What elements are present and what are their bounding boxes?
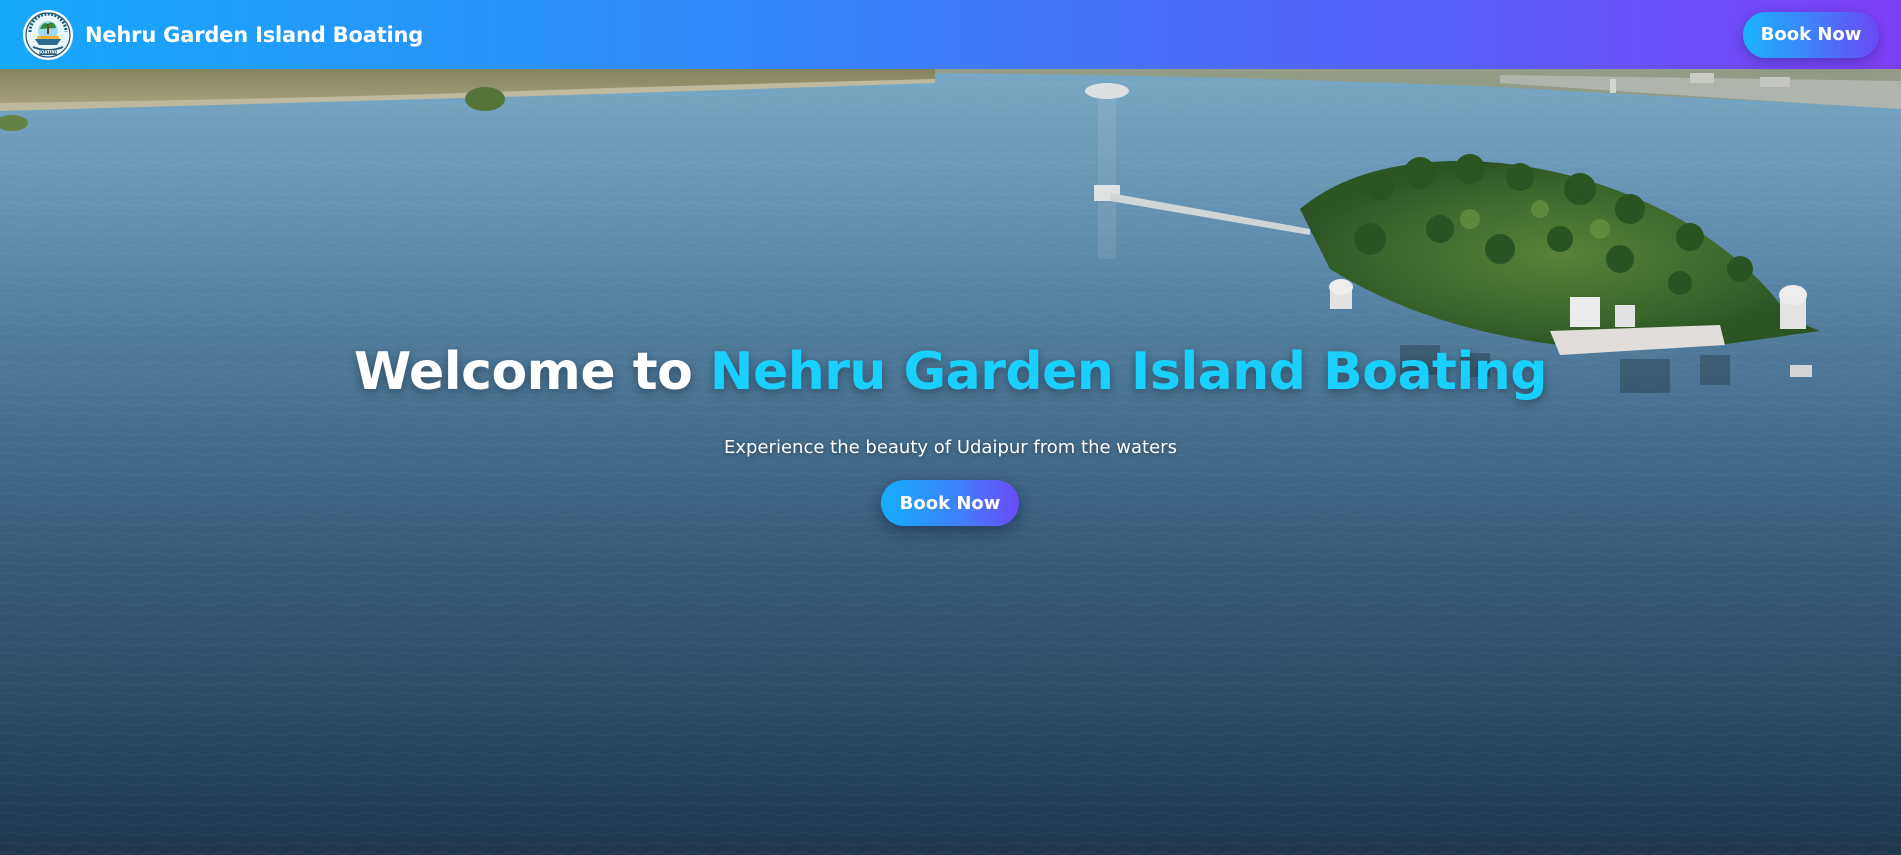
- hero-title-highlight: Nehru Garden Island Boating: [709, 342, 1548, 402]
- hero-title-prefix: Welcome to: [354, 342, 710, 402]
- nav-book-now-button[interactable]: Book Now: [1743, 11, 1879, 58]
- hero-subtitle: Experience the beauty of Udaipur from th…: [724, 437, 1177, 458]
- boat-logo-icon: BOATING: [23, 9, 73, 60]
- top-navbar: BOATING Nehru Garden Island Boating Book…: [0, 0, 1901, 69]
- hero-book-now-button[interactable]: Book Now: [881, 480, 1019, 526]
- brand-link[interactable]: BOATING Nehru Garden Island Boating: [22, 9, 423, 61]
- brand-name: Nehru Garden Island Boating: [85, 22, 424, 47]
- hero-content: Welcome to Nehru Garden Island Boating E…: [0, 69, 1901, 855]
- hero-title: Welcome to Nehru Garden Island Boating: [0, 342, 1901, 402]
- svg-text:BOATING: BOATING: [38, 49, 58, 54]
- hero-section: Welcome to Nehru Garden Island Boating E…: [0, 69, 1901, 855]
